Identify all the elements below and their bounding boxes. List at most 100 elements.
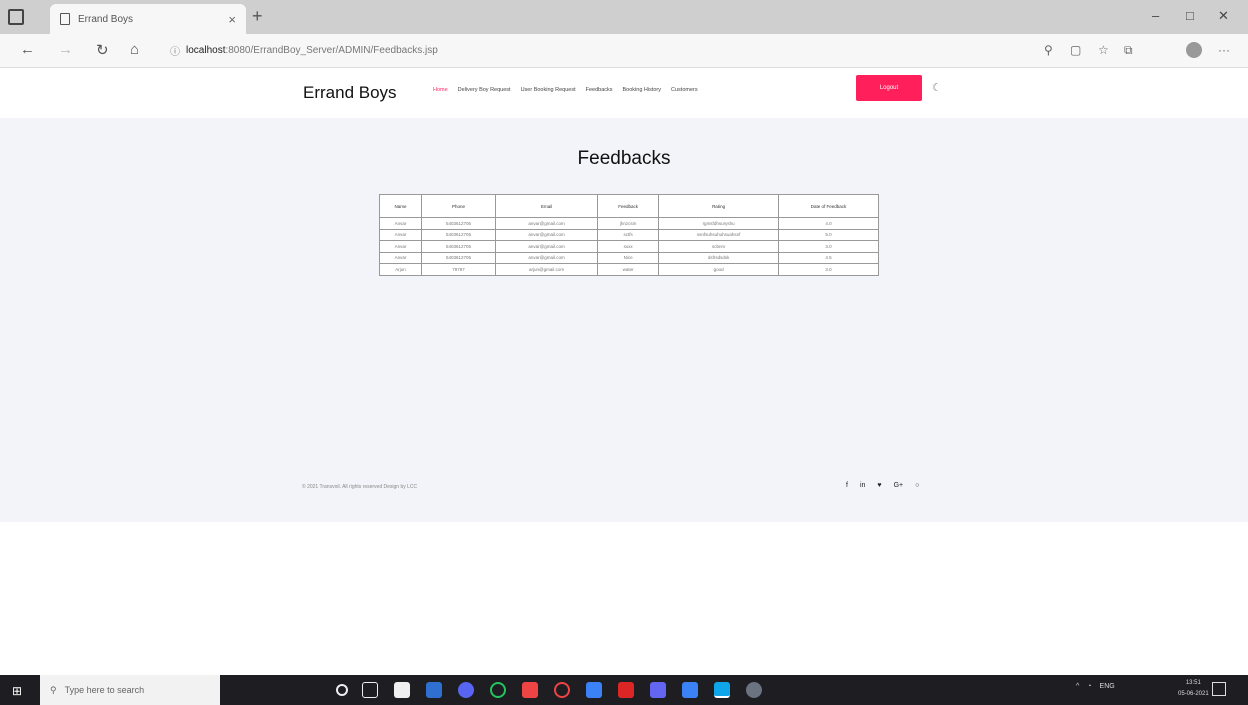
windows-taskbar: ⊞ ⚲ Type here to search ^ ◔ ENG 13:51 05… — [0, 675, 1248, 705]
store-icon[interactable] — [394, 682, 410, 698]
read-aloud-icon[interactable]: ▢ — [1070, 43, 1081, 57]
clock-date: 05-06-2021 — [1178, 691, 1209, 697]
column-header: Rating — [658, 194, 779, 218]
home-icon[interactable]: ⌂ — [130, 41, 139, 58]
opera-icon[interactable] — [554, 682, 570, 698]
table-cell: 3.0 — [777, 263, 880, 276]
nav-feedbacks[interactable]: Feedbacks — [586, 87, 613, 93]
table-cell: sxxx — [597, 240, 660, 253]
tab-title: Errand Boys — [78, 13, 134, 25]
logout-button[interactable]: Logout — [856, 75, 922, 101]
language-indicator[interactable]: ENG — [1100, 683, 1115, 690]
task-view-icon[interactable] — [362, 682, 378, 698]
profile-avatar[interactable] — [1186, 42, 1202, 58]
table-cell: 5403612705 — [420, 240, 497, 253]
windows-start-icon[interactable]: ⊞ — [12, 684, 22, 698]
table-cell: 4.5 — [777, 251, 880, 264]
outlook-icon[interactable] — [586, 682, 602, 698]
edge-icon[interactable] — [714, 682, 730, 698]
table-cell: Arjun — [379, 263, 422, 276]
network-icon[interactable]: ◔ — [1087, 683, 1091, 690]
table-cell: scbnrv — [658, 240, 779, 253]
nav-delivery-boy-request[interactable]: Delivery Boy Request — [458, 87, 511, 93]
table-cell: Anvar — [379, 228, 422, 241]
discord-icon[interactable] — [458, 682, 474, 698]
nav-customers[interactable]: Customers — [671, 87, 698, 93]
brand-logo[interactable]: Errand Boys — [303, 83, 397, 103]
table-cell: anvar@gmail.com — [495, 240, 599, 253]
refresh-icon[interactable]: ↻ — [96, 41, 109, 59]
table-cell: 5403612705 — [420, 228, 497, 241]
maximize-icon[interactable]: □ — [1186, 8, 1194, 23]
table-row: Anvar 5403612705 anvar@gmail.com sxxx sc… — [379, 240, 880, 253]
page-icon — [60, 13, 70, 25]
url-field[interactable]: ⓘ localhost:8080/ErrandBoy_Server/ADMIN/… — [170, 43, 438, 58]
table-cell: good — [658, 263, 779, 276]
google-plus-icon[interactable]: G+ — [894, 482, 904, 489]
zoom-icon[interactable]: ⚲ — [1044, 43, 1053, 57]
nav-booking-history[interactable]: Booking History — [623, 87, 662, 93]
url-path: :8080/ErrandBoy_Server/ADMIN/Feedbacks.j… — [225, 45, 438, 56]
tab-actions-icon[interactable] — [8, 9, 24, 25]
notifications-icon[interactable] — [1212, 682, 1226, 696]
close-window-icon[interactable]: ✕ — [1218, 8, 1229, 24]
table-cell: arjun@gmail.com — [495, 263, 599, 276]
main-content: Feedbacks Name Phone Email Feedback Rati… — [0, 118, 1248, 522]
column-header: Date of Feedback — [777, 194, 880, 218]
eclipse-icon[interactable] — [746, 682, 762, 698]
facebook-icon[interactable]: f — [846, 482, 848, 489]
main-nav: Home Delivery Boy Request User Booking R… — [433, 87, 698, 93]
close-tab-icon[interactable]: × — [228, 12, 236, 27]
table-cell: 3.0 — [777, 240, 880, 253]
table-cell: 4.0 — [777, 217, 880, 230]
column-header: Name — [379, 194, 422, 218]
table-cell: rgmsfdhsuryshu — [658, 217, 779, 230]
visual-studio-icon[interactable] — [650, 682, 666, 698]
favorite-icon[interactable]: ☆ — [1098, 43, 1109, 57]
table-row: Anvar 5403612705 anvar@gmail.com sctfs s… — [379, 228, 880, 241]
table-cell: Anvar — [379, 251, 422, 264]
url-host: localhost — [186, 45, 226, 56]
table-cell: anvar@gmail.com — [495, 217, 599, 230]
table-cell: water — [597, 263, 660, 276]
show-hidden-icons-icon[interactable]: ^ — [1076, 683, 1079, 690]
table-cell: sctfs — [597, 228, 660, 241]
github-icon[interactable]: ○ — [915, 482, 919, 489]
theme-toggle-icon[interactable]: ☾ — [932, 81, 942, 94]
more-icon[interactable]: ··· — [1218, 43, 1230, 57]
brave-icon[interactable] — [522, 682, 538, 698]
site-header: Errand Boys Home Delivery Boy Request Us… — [0, 68, 1248, 118]
browser-tab[interactable]: Errand Boys × — [50, 4, 246, 34]
acrobat-icon[interactable] — [618, 682, 634, 698]
back-icon[interactable]: ← — [20, 41, 35, 58]
table-cell: 79787 — [420, 263, 497, 276]
nav-user-booking-request[interactable]: User Booking Request — [521, 87, 576, 93]
table-cell: anvar@gmail.com — [495, 251, 599, 264]
virtualbox-icon[interactable] — [682, 682, 698, 698]
table-header-row: Name Phone Email Feedback Rating Date of… — [379, 194, 880, 218]
collections-icon[interactable]: ⧉ — [1124, 43, 1133, 58]
table-cell: 5403612705 — [420, 217, 497, 230]
table-cell: ssnfsuhsuhuhsuahsnf — [658, 228, 779, 241]
nav-home[interactable]: Home — [433, 87, 448, 93]
forward-icon[interactable]: → — [58, 41, 73, 58]
taskbar-search[interactable]: ⚲ Type here to search — [40, 675, 220, 705]
new-tab-icon[interactable]: + — [252, 6, 263, 27]
search-placeholder: Type here to search — [64, 685, 145, 695]
cortana-icon[interactable] — [336, 684, 348, 696]
clock[interactable]: 13:51 05-06-2021 — [1178, 678, 1209, 700]
twitter-icon[interactable]: ♥ — [877, 482, 881, 489]
table-row: Arjun 79787 arjun@gmail.com water good 3… — [379, 263, 880, 276]
feedbacks-table: Name Phone Email Feedback Rating Date of… — [379, 194, 880, 276]
address-bar: ← → ↻ ⌂ ⓘ localhost:8080/ErrandBoy_Serve… — [0, 34, 1248, 68]
vscode-icon[interactable] — [426, 682, 442, 698]
social-links: f in ♥ G+ ○ — [846, 482, 919, 489]
linkedin-icon[interactable]: in — [860, 482, 865, 489]
table-cell: anvar@gmail.com — [495, 228, 599, 241]
whatsapp-icon[interactable] — [490, 682, 506, 698]
table-cell: 5403612705 — [420, 251, 497, 264]
minimize-icon[interactable]: – — [1152, 8, 1159, 23]
column-header: Feedback — [597, 194, 660, 218]
table-cell: dsfrsdsdsk — [658, 251, 779, 264]
table-cell: Nice — [597, 251, 660, 264]
